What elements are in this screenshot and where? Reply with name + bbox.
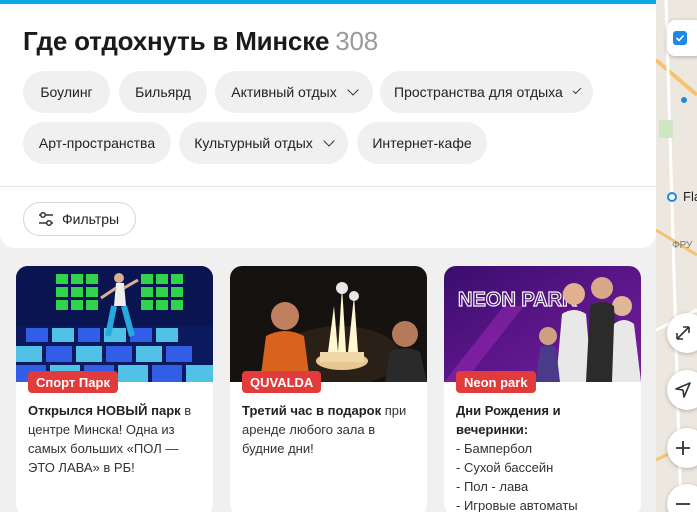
filters-label: Фильтры [62, 211, 120, 227]
chip-label: Пространства для отдыха [394, 84, 563, 100]
map-street-text: ФРУ [672, 240, 693, 251]
category-chip-billiards[interactable]: Бильярд [119, 71, 207, 113]
promo-card[interactable]: NEON PARK Neon park Дни Рождения и вечер… [444, 266, 641, 512]
chip-label: Интернет-кафе [372, 135, 472, 151]
plus-icon [676, 441, 690, 455]
category-chip-active-rest[interactable]: Активный отдых [215, 71, 373, 113]
divider [0, 186, 656, 187]
promo-image [230, 266, 427, 382]
list-item: - Игровые автоматы [456, 498, 578, 512]
checkbox-icon [673, 31, 687, 45]
promo-badge: Спорт Парк [28, 371, 118, 393]
chip-label: Боулинг [40, 84, 93, 100]
category-chip-bowling[interactable]: Боулинг [23, 71, 110, 113]
promo-title: Открылся НОВЫЙ парк [28, 403, 181, 418]
sliders-icon [39, 212, 53, 226]
place-marker-icon [667, 191, 677, 202]
chip-label: Активный отдых [231, 84, 337, 100]
chevron-down-icon [347, 83, 359, 96]
expand-icon [676, 326, 690, 340]
chevron-down-icon [572, 85, 582, 94]
chip-label: Арт-пространства [38, 135, 156, 151]
chevron-down-icon [323, 134, 335, 147]
page-title-text: Где отдохнуть в Минске [23, 26, 330, 56]
promo-title: Дни Рождения и вечеринки: [456, 403, 561, 437]
category-chip-art-spaces[interactable]: Арт-пространства [23, 122, 171, 164]
promo-description: Открылся НОВЫЙ парк в центре Минска! Одн… [28, 401, 204, 477]
promo-title: Третий час в подарок [242, 403, 382, 418]
promo-card[interactable]: Спорт Парк Открылся НОВЫЙ парк в центре … [16, 266, 213, 512]
chip-label: Бильярд [135, 84, 191, 100]
list-item: - Бампербол [456, 441, 533, 456]
promo-description: Третий час в подарок при аренде любого з… [242, 401, 418, 458]
category-chip-internet-cafe[interactable]: Интернет-кафе [357, 122, 487, 164]
promo-description: Дни Рождения и вечеринки: - Бампербол - … [456, 401, 632, 512]
page-title: Где отдохнуть в Минске 308 [23, 26, 378, 57]
results-count: 308 [335, 26, 379, 56]
promo-image [16, 266, 213, 382]
promo-badge: Neon park [456, 371, 536, 393]
minus-icon [676, 503, 690, 505]
promo-image-logo: NEON PARK [458, 289, 577, 311]
list-item: - Пол - лава [456, 479, 529, 494]
category-chip-cultural-rest[interactable]: Культурный отдых [179, 122, 348, 164]
promo-card[interactable]: QUVALDA Третий час в подарок при аренде … [230, 266, 427, 512]
navigation-arrow-icon [675, 382, 691, 398]
list-item: - Сухой бассейн [456, 460, 554, 475]
chip-label: Культурный отдых [194, 135, 313, 151]
filters-button[interactable]: Фильтры [23, 202, 136, 236]
category-chip-rest-spaces[interactable]: Пространства для отдыха [380, 71, 593, 113]
map-layer-toggle[interactable] [667, 20, 697, 56]
promo-badge: QUVALDA [242, 371, 322, 393]
promo-image: NEON PARK [444, 266, 641, 382]
search-results-panel: Где отдохнуть в Минске 308 Боулинг Бильяр… [0, 4, 656, 248]
map-place-marker[interactable]: Flash [667, 189, 697, 204]
map-place-label: Flash [683, 189, 697, 204]
